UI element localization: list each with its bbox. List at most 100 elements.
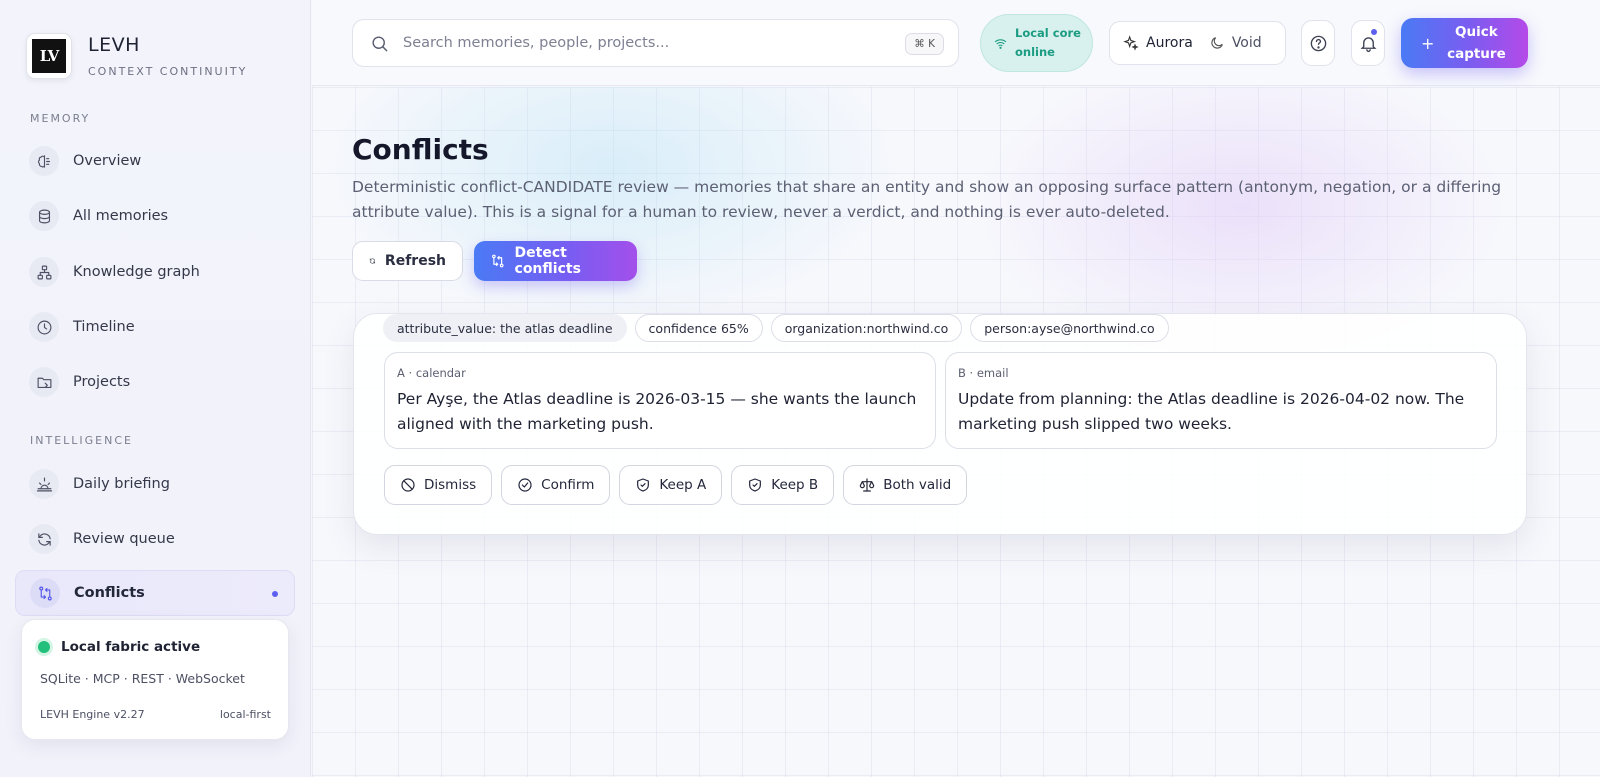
conflict-side-a: A · calendar Per Ayşe, the Atlas deadlin… [384, 352, 936, 449]
conflict-icon [30, 578, 60, 608]
sidebar: LV LEVH CONTEXT CONTINUITY MEMORY Overvi… [0, 0, 311, 777]
ban-icon [401, 478, 415, 492]
detect-conflicts-button[interactable]: Detect conflicts [474, 241, 637, 281]
keep-a-button[interactable]: Keep A [619, 465, 723, 505]
tag-organization: organization:northwind.co [770, 314, 963, 342]
page-description: Deterministic conflict-CANDIDATE review … [352, 178, 1502, 221]
refresh-icon [369, 258, 376, 264]
search-icon [372, 35, 388, 51]
sidebar-item-projects[interactable]: Projects [15, 359, 295, 405]
sunrise-icon [29, 469, 59, 499]
tag-person: person:ayse@northwind.co [970, 314, 1169, 342]
sidebar-item-label: Knowledge graph [73, 264, 200, 280]
sidebar-item-overview[interactable]: Overview [15, 138, 295, 184]
engine-version: LEVH Engine v2.27 [40, 708, 145, 721]
tag-confidence: confidence 65% [634, 314, 763, 342]
theme-option-aurora[interactable]: Aurora [1115, 26, 1201, 60]
side-a-source: A · calendar [397, 366, 466, 380]
dismiss-label: Dismiss [424, 477, 477, 493]
fabric-status-title: Local fabric active [61, 639, 201, 655]
tag-attribute: attribute_value: the atlas deadline [383, 314, 627, 342]
brain-icon [29, 146, 59, 176]
sidebar-item-conflicts[interactable]: Conflicts [15, 570, 295, 616]
section-label-intelligence: INTELLIGENCE [30, 434, 133, 447]
section-label-memory: MEMORY [30, 112, 91, 125]
notifications-button[interactable] [1351, 20, 1385, 66]
bell-icon [1360, 36, 1376, 52]
sidebar-item-label: All memories [73, 208, 169, 224]
dismiss-button[interactable]: Dismiss [384, 465, 493, 505]
refresh-icon [29, 524, 59, 554]
side-b-text: Update from planning: the Atlas deadline… [958, 390, 1465, 433]
detect-conflicts-label: Detect conflicts [514, 245, 581, 277]
conflict-actions: Dismiss Confirm Keep A Keep B Both valid [384, 465, 968, 505]
conflict-icon [492, 254, 504, 268]
shield-check-icon [637, 478, 650, 492]
folder-icon [29, 367, 59, 397]
both-valid-label: Both valid [883, 477, 952, 493]
keep-b-button[interactable]: Keep B [731, 465, 835, 505]
page-title: Conflicts [352, 133, 489, 166]
logo: LV [26, 33, 72, 79]
side-b-source: B · email [958, 366, 1009, 380]
sidebar-item-all-memories[interactable]: All memories [15, 193, 295, 239]
sidebar-item-review-queue[interactable]: Review queue [15, 516, 295, 562]
logo-mark: LV [32, 39, 66, 73]
notification-dot [1371, 29, 1377, 35]
confirm-button[interactable]: Confirm [501, 465, 611, 505]
local-core-status[interactable]: Local core online [980, 14, 1093, 72]
conflict-tags: attribute_value: the atlas deadline conf… [383, 314, 1169, 342]
sidebar-item-daily-briefing[interactable]: Daily briefing [15, 461, 295, 507]
brand-tagline: CONTEXT CONTINUITY [88, 65, 248, 78]
scale-icon [859, 478, 875, 492]
status-online-dot [38, 641, 50, 653]
graph-icon [29, 257, 59, 287]
shield-check-icon [749, 478, 762, 492]
engine-mode: local-first [219, 708, 271, 721]
help-icon [1310, 35, 1326, 51]
moon-icon [1211, 37, 1223, 49]
sidebar-item-knowledge-graph[interactable]: Knowledge graph [15, 249, 295, 295]
sidebar-item-label: Timeline [73, 319, 135, 335]
database-icon [29, 201, 59, 231]
help-button[interactable] [1301, 20, 1335, 66]
sidebar-item-timeline[interactable]: Timeline [15, 304, 295, 350]
fabric-stack-list: SQLite · MCP · REST · WebSocket [40, 671, 245, 686]
sparkle-icon [1123, 35, 1139, 51]
check-circle-icon [518, 478, 532, 492]
brand[interactable]: LV LEVH CONTEXT CONTINUITY [26, 33, 247, 79]
quick-capture-button[interactable]: + Quick capture [1401, 18, 1528, 68]
search-shortcut-badge: ⌘ K [905, 33, 944, 55]
search-box[interactable]: ⌘ K [352, 19, 959, 67]
sidebar-item-label: Projects [73, 374, 131, 390]
top-bar: ⌘ K Local core online Aurora Void + Quic… [312, 0, 1600, 86]
search-input[interactable] [403, 35, 883, 51]
refresh-button-label: Refresh [384, 253, 446, 269]
conflict-card: attribute_value: the atlas deadline conf… [353, 313, 1527, 535]
keep-b-label: Keep B [771, 477, 819, 493]
sidebar-item-label: Daily briefing [73, 476, 170, 492]
local-fabric-status-card: Local fabric active SQLite · MCP · REST … [21, 619, 289, 740]
theme-option-void[interactable]: Void [1201, 26, 1270, 60]
conflict-side-b: B · email Update from planning: the Atla… [945, 352, 1497, 449]
sidebar-item-label: Review queue [73, 531, 175, 547]
sidebar-item-label: Overview [73, 153, 142, 169]
wifi-icon [994, 38, 1007, 49]
side-a-text: Per Ayşe, the Atlas deadline is 2026-03-… [397, 390, 917, 433]
active-indicator-dot [272, 591, 278, 597]
brand-name: LEVH [88, 34, 140, 56]
theme-switch: Aurora Void [1109, 21, 1286, 65]
core-status-line1: Local core [1015, 26, 1081, 40]
keep-a-label: Keep A [659, 477, 707, 493]
refresh-button[interactable]: Refresh [352, 241, 463, 281]
theme-option-label: Aurora [1146, 35, 1193, 51]
main-content: Conflicts Deterministic conflict-CANDIDA… [312, 87, 1600, 777]
confirm-label: Confirm [541, 477, 595, 493]
quick-capture-label: Quick capture [1447, 24, 1506, 62]
both-valid-button[interactable]: Both valid [843, 465, 968, 505]
sidebar-item-label: Conflicts [74, 585, 145, 601]
clock-icon [29, 312, 59, 342]
core-status-line2: online [1015, 45, 1055, 59]
theme-option-label: Void [1231, 35, 1262, 51]
plus-icon: + [1421, 33, 1435, 53]
